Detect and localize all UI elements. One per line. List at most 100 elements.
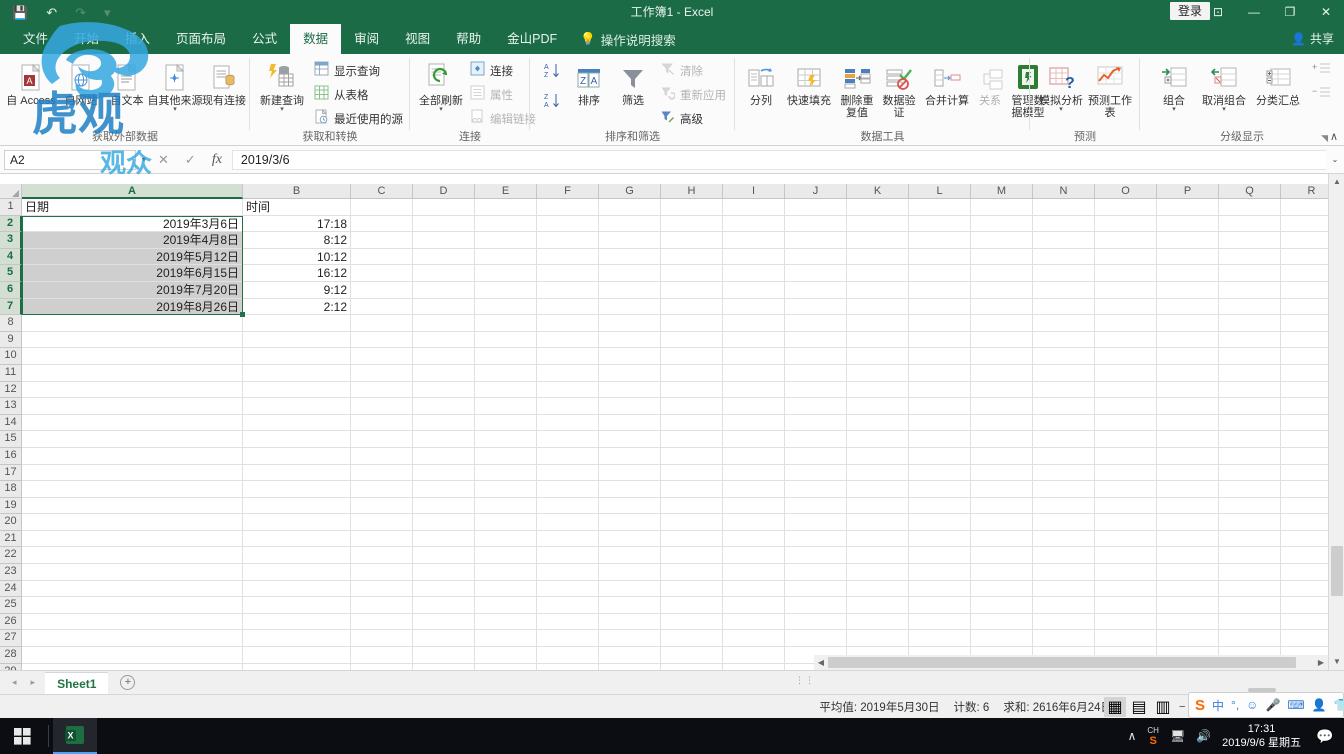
- cell-N7[interactable]: [1033, 298, 1095, 316]
- cell-C22[interactable]: [351, 547, 413, 565]
- cell-K20[interactable]: [847, 514, 909, 531]
- cell-B16[interactable]: [243, 447, 351, 465]
- column-header-O[interactable]: O: [1095, 184, 1157, 199]
- cell-F9[interactable]: [537, 331, 599, 349]
- vertical-scroll-thumb[interactable]: [1331, 546, 1343, 596]
- column-header-N[interactable]: N: [1033, 184, 1095, 199]
- cell-D7[interactable]: [413, 298, 475, 316]
- cell-Q8[interactable]: [1219, 315, 1281, 332]
- cell-B3[interactable]: 8:12: [243, 232, 351, 249]
- cell-O1[interactable]: [1095, 199, 1157, 216]
- cell-E5[interactable]: [475, 265, 537, 282]
- ribbon-button-from-table[interactable]: 从表格: [312, 84, 369, 106]
- chevron-down-icon[interactable]: ▾: [1059, 106, 1063, 113]
- cell-P22[interactable]: [1157, 547, 1219, 565]
- cell-I5[interactable]: [723, 265, 785, 282]
- table-row[interactable]: [22, 530, 1343, 548]
- cell-G9[interactable]: [599, 331, 661, 349]
- cell-B20[interactable]: [243, 514, 351, 531]
- cell-E20[interactable]: [475, 514, 537, 531]
- ribbon-button-group[interactable]: 组合 ▾: [1152, 58, 1196, 128]
- chevron-down-icon[interactable]: ▾: [173, 106, 177, 113]
- cell-N23[interactable]: [1033, 564, 1095, 581]
- cell-A11[interactable]: [22, 364, 243, 382]
- cell-C26[interactable]: [351, 613, 413, 631]
- cell-K17[interactable]: [847, 464, 909, 482]
- cell-G18[interactable]: [599, 481, 661, 498]
- table-row[interactable]: [22, 464, 1343, 482]
- table-row[interactable]: [22, 331, 1343, 349]
- cell-G25[interactable]: [599, 597, 661, 614]
- cell-M19[interactable]: [971, 497, 1033, 515]
- table-row[interactable]: 2019年3月6日 17:18: [22, 215, 1343, 233]
- cell-C13[interactable]: [351, 398, 413, 415]
- row-header-18[interactable]: 18: [0, 481, 22, 498]
- cell-F21[interactable]: [537, 530, 599, 548]
- tab-kingsoft-pdf[interactable]: 金山PDF: [494, 24, 570, 54]
- cell-J27[interactable]: [785, 630, 847, 648]
- cell-L8[interactable]: [909, 315, 971, 332]
- cell-G27[interactable]: [599, 630, 661, 648]
- cell-E8[interactable]: [475, 315, 537, 332]
- cell-G20[interactable]: [599, 514, 661, 531]
- cell-O3[interactable]: [1095, 232, 1157, 249]
- tab-help[interactable]: 帮助: [443, 24, 494, 54]
- sheet-nav-last-icon[interactable]: ▸: [31, 677, 36, 688]
- cell-F28[interactable]: [537, 647, 599, 664]
- cell-F7[interactable]: [537, 298, 599, 316]
- table-row[interactable]: [22, 364, 1343, 382]
- column-header-L[interactable]: L: [909, 184, 971, 199]
- cell-P23[interactable]: [1157, 564, 1219, 581]
- outline-dialog-launcher[interactable]: ◥: [1321, 133, 1328, 144]
- cell-L1[interactable]: [909, 199, 971, 216]
- row-header-10[interactable]: 10: [0, 348, 22, 365]
- cell-G15[interactable]: [599, 431, 661, 448]
- column-header-K[interactable]: K: [847, 184, 909, 199]
- cell-C17[interactable]: [351, 464, 413, 482]
- cell-E1[interactable]: [475, 199, 537, 216]
- cell-H24[interactable]: [661, 580, 723, 598]
- cell-B5[interactable]: 16:12: [243, 265, 351, 282]
- cell-C6[interactable]: [351, 281, 413, 299]
- ribbon-button-consolidate[interactable]: 合并计算: [921, 58, 973, 128]
- cell-M1[interactable]: [971, 199, 1033, 216]
- table-row[interactable]: [22, 315, 1343, 332]
- cell-N18[interactable]: [1033, 481, 1095, 498]
- cell-A26[interactable]: [22, 613, 243, 631]
- tell-me-search[interactable]: 💡 操作说明搜索: [570, 24, 686, 54]
- cell-G21[interactable]: [599, 530, 661, 548]
- ribbon-button-sort-ascending[interactable]: AZ: [540, 62, 562, 84]
- cell-A25[interactable]: [22, 597, 243, 614]
- cell-L17[interactable]: [909, 464, 971, 482]
- cell-G19[interactable]: [599, 497, 661, 515]
- cell-I4[interactable]: [723, 248, 785, 266]
- cell-H7[interactable]: [661, 298, 723, 316]
- cell-O22[interactable]: [1095, 547, 1157, 565]
- cell-L12[interactable]: [909, 381, 971, 399]
- cell-O17[interactable]: [1095, 464, 1157, 482]
- cell-K25[interactable]: [847, 597, 909, 614]
- cell-M17[interactable]: [971, 464, 1033, 482]
- cell-D5[interactable]: [413, 265, 475, 282]
- cell-F12[interactable]: [537, 381, 599, 399]
- cell-G1[interactable]: [599, 199, 661, 216]
- page-break-view-button[interactable]: ▥: [1152, 697, 1174, 717]
- cell-K6[interactable]: [847, 281, 909, 299]
- cell-N1[interactable]: [1033, 199, 1095, 216]
- cell-A5[interactable]: 2019年6月15日: [22, 265, 243, 282]
- table-row[interactable]: 2019年6月15日 16:12: [22, 265, 1343, 282]
- cell-A13[interactable]: [22, 398, 243, 415]
- cell-A8[interactable]: [22, 315, 243, 332]
- cell-F27[interactable]: [537, 630, 599, 648]
- cell-M15[interactable]: [971, 431, 1033, 448]
- table-row[interactable]: [22, 398, 1343, 415]
- cell-F15[interactable]: [537, 431, 599, 448]
- cell-Q6[interactable]: [1219, 281, 1281, 299]
- row-header-8[interactable]: 8: [0, 315, 22, 332]
- cell-C27[interactable]: [351, 630, 413, 648]
- cell-N8[interactable]: [1033, 315, 1095, 332]
- collapse-ribbon-button[interactable]: ∧: [1330, 130, 1338, 143]
- cell-B27[interactable]: [243, 630, 351, 648]
- cell-B14[interactable]: [243, 414, 351, 432]
- ribbon-button-data-validation[interactable]: 数据验证: [878, 58, 920, 128]
